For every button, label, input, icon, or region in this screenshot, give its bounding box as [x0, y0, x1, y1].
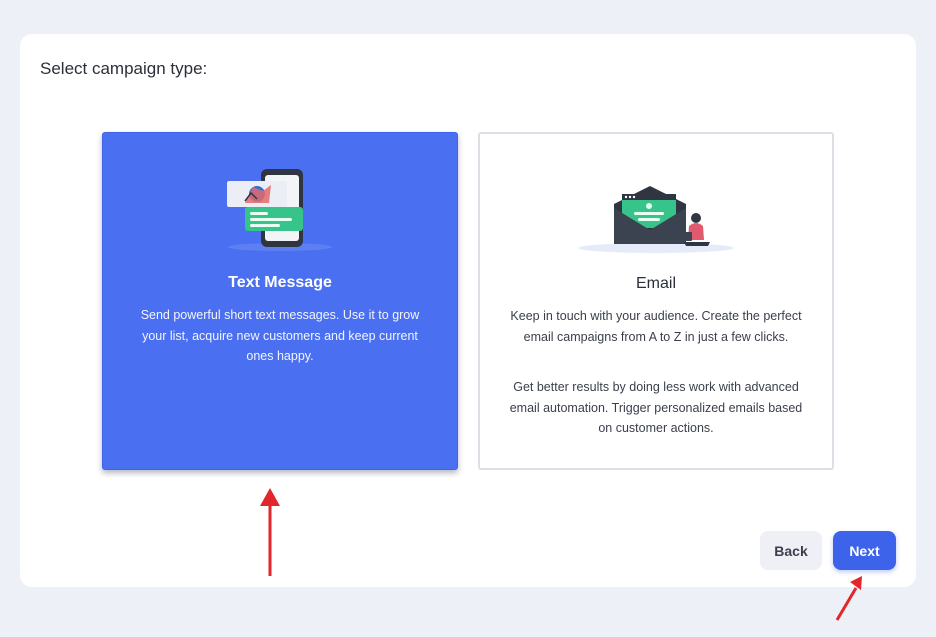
card-description-email: Keep in touch with your audience. Create… [510, 309, 802, 344]
card-title-text-message: Text Message [228, 274, 332, 291]
phone-chat-illustration [227, 169, 332, 251]
back-button[interactable]: Back [760, 531, 822, 570]
next-button[interactable]: Next [833, 531, 896, 570]
annotation-arrow-up-icon [260, 488, 280, 576]
card-description-email-automation: Get better results by doing less work wi… [509, 380, 803, 435]
card-description-text-message: Send powerful short text messages. Use i… [140, 308, 420, 363]
campaign-card-text-message[interactable]: Text Message Send powerful short text me… [102, 132, 458, 470]
envelope-person-illustration [578, 186, 734, 253]
campaign-type-panel: Select campaign type: Text Message Send … [20, 34, 916, 587]
annotation-arrow-diagonal-icon [835, 576, 862, 621]
campaign-card-email[interactable]: Email Keep in touch with your audience. … [478, 132, 834, 470]
page-title: Select campaign type: [40, 59, 208, 78]
card-title-email: Email [635, 275, 676, 292]
